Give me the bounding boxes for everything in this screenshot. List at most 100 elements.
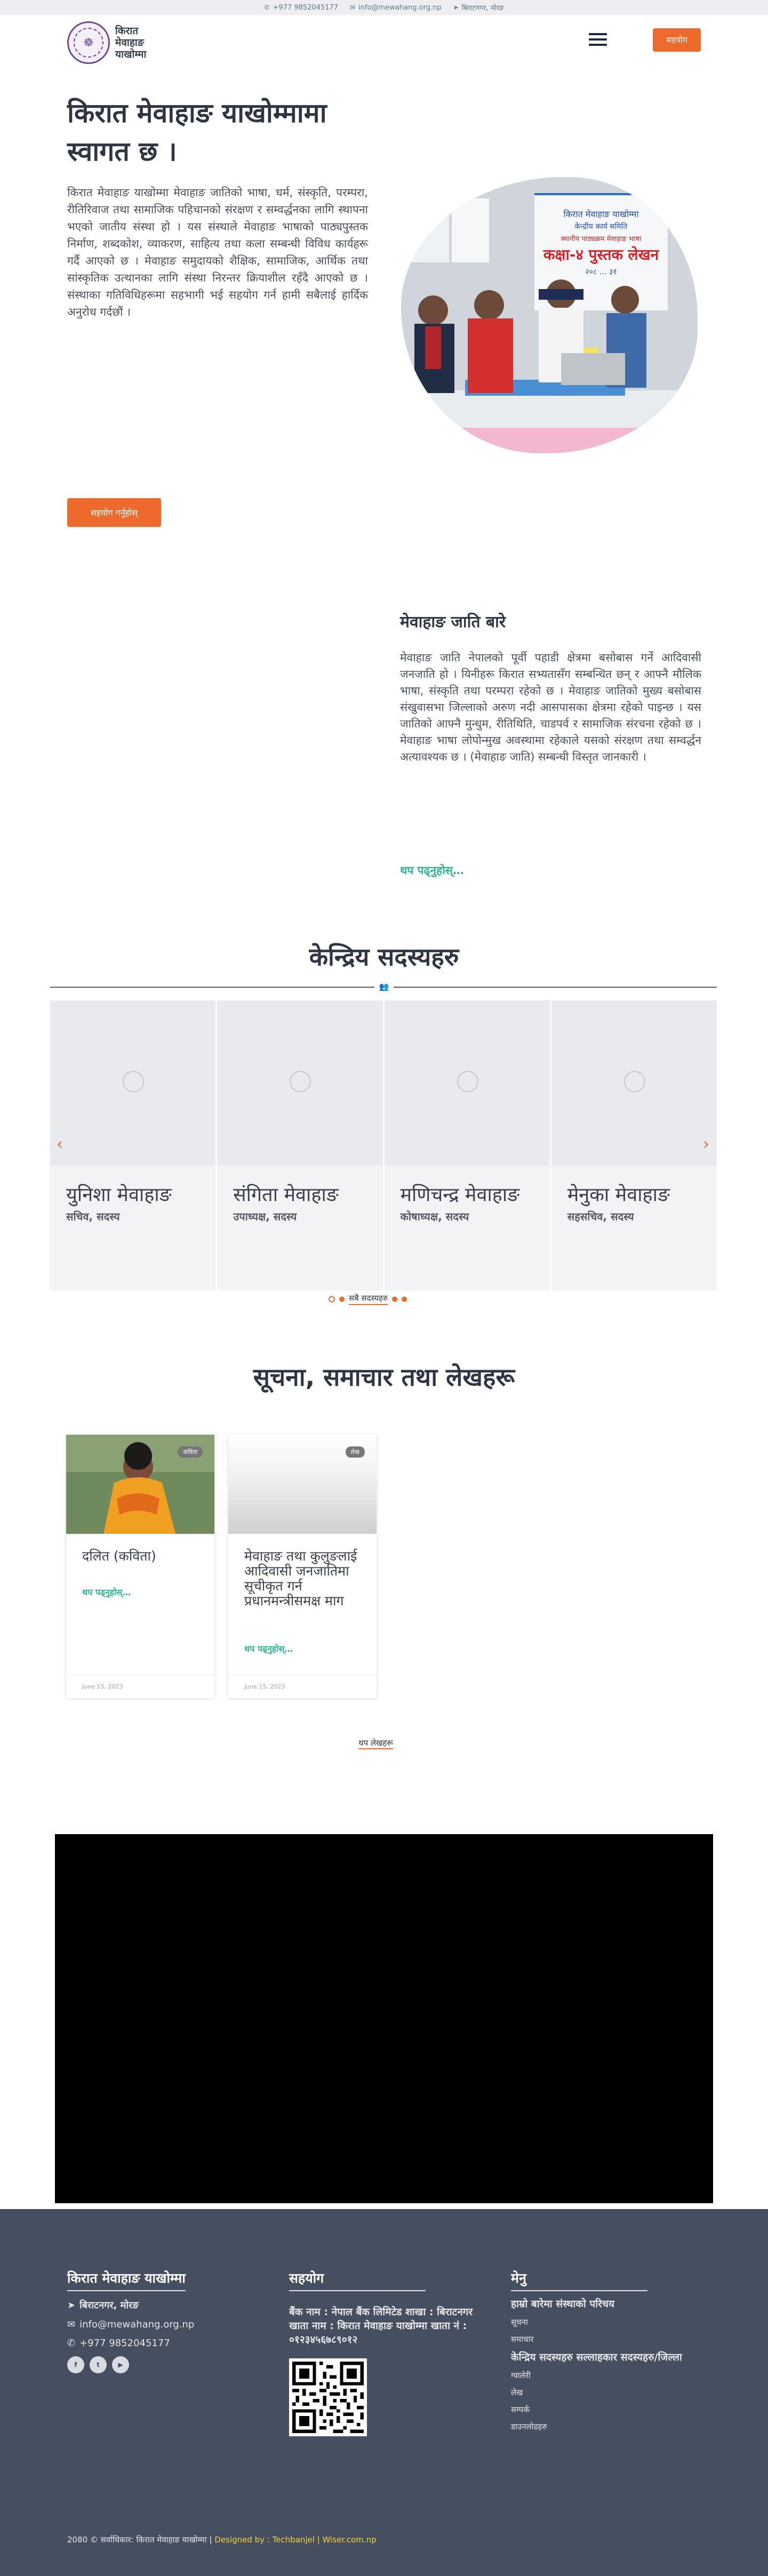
carousel-dot[interactable] xyxy=(402,1296,407,1302)
site-logo[interactable]: ☸ किरात मेवाहाङ याखोम्मा xyxy=(67,21,169,64)
members-carousel: युनिशा मेवाहाङ सचिव, सदस्य संगिता मेवाहा… xyxy=(50,1001,717,1291)
banner-line-3: स्थानीय पाठ्यक्रम मेवाहाङ भाषा xyxy=(561,235,642,243)
footer-bank-details: बैंक नाम : नेपाल बैंक लिमिटेड शाखा : बिर… xyxy=(289,2306,473,2346)
news-title[interactable]: दलित (कविता) xyxy=(82,1549,199,1564)
footer-menu-item[interactable]: डाउनलोडहरु xyxy=(511,2421,682,2432)
news-card[interactable]: लेख मेवाहाङ तथा कुलुङलाई आदिवासी जनजातिम… xyxy=(228,1435,377,1698)
footer-location: ➤ बिराटनगर, मोरङ xyxy=(67,2299,194,2311)
footer-menu-item[interactable]: लेख xyxy=(511,2387,682,2398)
news-date: June 15, 2023 xyxy=(228,1675,377,1698)
designer-credit-link[interactable]: Designed by : Techbanjel | Wiser.com.np xyxy=(214,2535,376,2545)
qr-code-icon xyxy=(292,2362,364,2433)
news-read-more-link[interactable]: थप पढ्नुहोस्… xyxy=(82,1586,131,1598)
footer-menu-item[interactable]: हाम्रो बारेमा संस्थाको परिचय xyxy=(511,2298,682,2310)
envelope-icon: ✉ xyxy=(67,2319,76,2330)
news-category-badge[interactable]: लेख xyxy=(345,1446,365,1458)
site-header: ☸ किरात मेवाहाङ याखोम्मा सहयोग xyxy=(0,15,768,68)
envelope-icon: ✉ xyxy=(350,4,356,11)
topbar-location: ➤ बिराटनगर, मोरङ xyxy=(453,3,504,12)
member-card[interactable]: मेनुका मेवाहाङ सहसचिव, सदस्य xyxy=(551,1001,717,1291)
member-photo xyxy=(551,1001,717,1166)
banner-main: कक्षा-४ पुस्तक लेखन xyxy=(543,246,660,264)
footer-menu-item[interactable]: सूचना xyxy=(511,2317,682,2327)
phone-icon: ✆ xyxy=(264,4,270,11)
topbar-email-text: info@mewahang.org.np xyxy=(358,3,442,12)
footer-menu-item[interactable]: केन्द्रिय सदस्यहरु सल्लाहकार सदस्यहरु/जि… xyxy=(511,2351,682,2364)
member-name: मणिचन्द्र मेवाहाङ xyxy=(400,1184,520,1206)
twitter-icon[interactable]: t xyxy=(90,2356,107,2373)
footer-email-text: info@mewahang.org.np xyxy=(79,2319,195,2330)
footer-org-title: किरात मेवाहाङ याखोम्मा xyxy=(67,2269,186,2291)
youtube-icon[interactable]: ▶ xyxy=(112,2356,129,2373)
embedded-video-player[interactable] xyxy=(55,1834,713,2203)
topbar-email[interactable]: ✉ info@mewahang.org.np xyxy=(350,4,441,12)
copyright-label: 2080 © सर्वाधिकार: किरात मेवाहाङ याखोम्म… xyxy=(67,2535,212,2545)
news-read-more-link[interactable]: थप पढ्नुहोस्… xyxy=(244,1643,293,1654)
footer-email[interactable]: ✉ info@mewahang.org.np xyxy=(67,2319,194,2330)
organization-seal-icon: ☸ xyxy=(67,21,110,64)
donation-qr-code xyxy=(289,2358,367,2436)
member-card[interactable]: युनिशा मेवाहाङ सचिव, सदस्य xyxy=(50,1001,216,1291)
member-card[interactable]: मणिचन्द्र मेवाहाङ कोषाध्यक्ष, सदस्य xyxy=(384,1001,550,1291)
facebook-icon[interactable]: f xyxy=(67,2356,84,2373)
footer-menu-item[interactable]: सम्पर्क xyxy=(511,2404,682,2415)
social-links: f t ▶ xyxy=(67,2356,194,2373)
member-role: उपाध्यक्ष, सदस्य xyxy=(233,1210,297,1223)
copyright-text: 2080 © सर्वाधिकार: किरात मेवाहाङ याखोम्म… xyxy=(67,2534,377,2545)
support-cta-button[interactable]: सहयोग गर्नुहोस् xyxy=(67,498,161,527)
member-photo xyxy=(217,1001,383,1166)
banner-line-2: केन्द्रीय कार्य समिति xyxy=(575,222,628,231)
about-description: मेवाहाङ जाति नेपालको पूर्वी पहाडी क्षेत्… xyxy=(400,651,701,763)
footer-menu-column: मेनु हाम्रो बारेमा संस्थाको परिचय सूचना सम… xyxy=(511,2269,682,2432)
footer-menu-item[interactable]: ग्यालेरी xyxy=(511,2370,682,2381)
member-role: सचिव, सदस्य xyxy=(66,1210,120,1223)
donate-button-header[interactable]: सहयोग xyxy=(653,28,701,52)
member-card[interactable]: संगिता मेवाहाङ उपाध्यक्ष, सदस्य xyxy=(217,1001,383,1291)
footer-support-title: सहयोग xyxy=(289,2269,426,2291)
member-photo xyxy=(50,1001,216,1166)
member-name: संगिता मेवाहाङ xyxy=(233,1184,339,1206)
loading-spinner-icon xyxy=(290,1071,311,1092)
carousel-dot[interactable] xyxy=(392,1296,398,1302)
footer-menu-item[interactable]: समाचार xyxy=(511,2334,682,2345)
loading-spinner-icon xyxy=(623,1071,645,1092)
phone-icon: ✆ xyxy=(67,2338,76,2349)
about-title: मेवाहाङ जाति बारे xyxy=(400,613,506,631)
carousel-dot[interactable] xyxy=(339,1296,345,1302)
news-section-title: सूचना, समाचार तथा लेखहरू xyxy=(253,1363,515,1391)
carousel-next-arrow-icon[interactable]: › xyxy=(703,1135,709,1154)
footer-menu-title: मेनु xyxy=(511,2269,647,2291)
loading-spinner-icon xyxy=(123,1071,144,1092)
loading-spinner-icon xyxy=(457,1071,478,1092)
site-footer: किरात मेवाहाङ याखोम्मा ➤ बिराटनगर, मोरङ … xyxy=(0,2209,768,2576)
news-date: June 15, 2023 xyxy=(66,1675,214,1698)
topbar-location-text: बिराटनगर, मोरङ xyxy=(461,4,504,12)
news-thumbnail: कविता xyxy=(66,1435,214,1534)
member-role: सहसचिव, सदस्य xyxy=(567,1210,634,1223)
footer-phone[interactable]: ✆ +977 9852045177 xyxy=(67,2338,194,2349)
topbar-phone[interactable]: ✆ +977 9852045177 xyxy=(264,4,338,12)
news-card[interactable]: कविता दलित (कविता) थप पढ्नुहोस्… June 15… xyxy=(66,1435,214,1698)
footer-menu-list: हाम्रो बारेमा संस्थाको परिचय सूचना समाचार क… xyxy=(511,2298,682,2432)
member-role: कोषाध्यक्ष, सदस्य xyxy=(400,1210,469,1223)
footer-contact-column: किरात मेवाहाङ याखोम्मा ➤ बिराटनगर, मोरङ … xyxy=(67,2269,194,2373)
about-read-more-link[interactable]: थप पढ्नुहोस्… xyxy=(400,863,464,878)
carousel-prev-arrow-icon[interactable]: ‹ xyxy=(57,1135,63,1154)
hero-photo-illustration: किरात मेवाहाङ याखोम्मा केन्द्रीय कार्य स… xyxy=(401,177,698,453)
hero-title: किरात मेवाहाङ याखोम्मामा स्वागत छ । xyxy=(67,98,327,167)
news-category-badge[interactable]: कविता xyxy=(178,1446,203,1458)
member-name: युनिशा मेवाहाङ xyxy=(66,1184,172,1206)
all-members-link[interactable]: सबै सदस्यहरु xyxy=(349,1293,388,1305)
hero-description: किरात मेवाहाङ याखोम्मा मेवाहाङ जातिको भा… xyxy=(67,186,368,318)
news-title[interactable]: मेवाहाङ तथा कुलुङलाई आदिवासी जनजातिमा सू… xyxy=(244,1549,362,1609)
menu-toggle-icon[interactable] xyxy=(589,33,607,49)
location-arrow-icon: ➤ xyxy=(453,4,459,11)
carousel-dot[interactable] xyxy=(329,1295,335,1302)
users-icon: 👥 xyxy=(374,982,394,993)
news-thumbnail: लेख xyxy=(228,1435,377,1534)
member-photo xyxy=(384,1001,550,1166)
location-arrow-icon: ➤ xyxy=(67,2299,76,2311)
banner-line-1: किरात मेवाहाङ याखोम्मा xyxy=(563,209,639,219)
member-name: मेनुका मेवाहाङ xyxy=(567,1184,670,1206)
more-posts-link[interactable]: थप लेखहरू xyxy=(358,1738,393,1749)
